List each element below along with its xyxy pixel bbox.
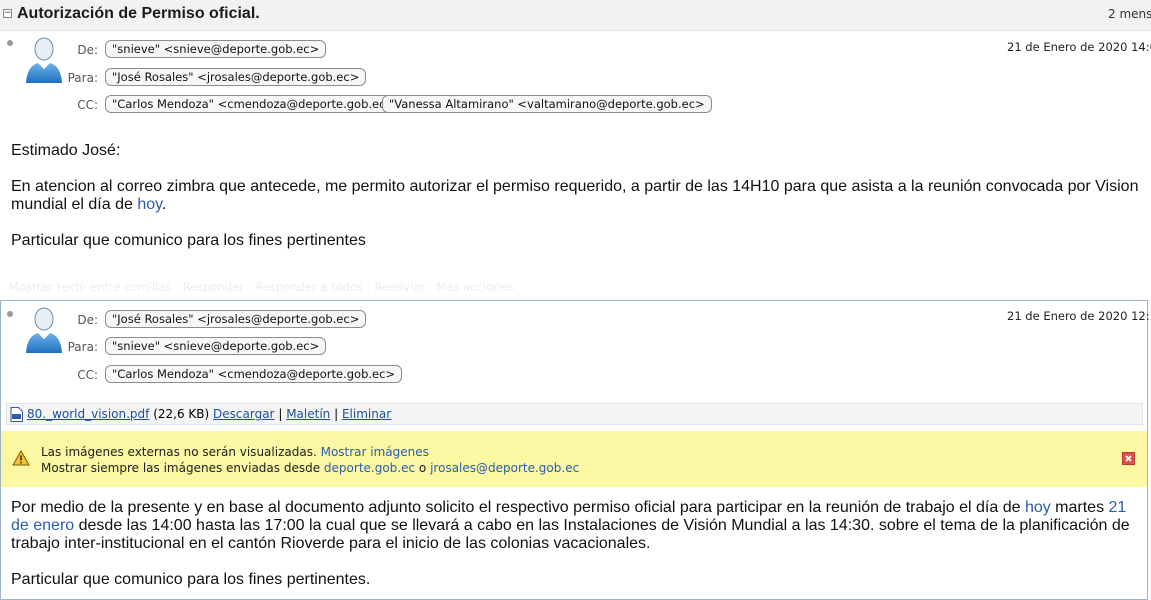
cc-address-pill[interactable]: "Carlos Mendoza" <cmendoza@deporte.gob.e… bbox=[105, 365, 403, 383]
paragraph-end: . bbox=[161, 196, 167, 213]
paragraph-text: En atencion al correo zimbra que anteced… bbox=[11, 178, 1139, 213]
message-greeting: Estimado José: bbox=[11, 142, 121, 159]
briefcase-link[interactable]: Maletín bbox=[286, 407, 330, 421]
cc-label: CC: bbox=[77, 98, 98, 112]
message-paragraph: Por medio de la presente y en base al do… bbox=[11, 499, 1143, 553]
unread-dot-icon bbox=[7, 40, 13, 46]
unread-dot-icon bbox=[7, 311, 13, 317]
paragraph-text: martes bbox=[1050, 499, 1109, 516]
to-label: Para: bbox=[67, 71, 98, 85]
warning-line-2: Mostrar siempre las imágenes enviadas de… bbox=[41, 461, 579, 475]
or-text: o bbox=[418, 461, 427, 475]
message-closing: Particular que comunico para los fines p… bbox=[11, 571, 371, 588]
message-closing: Particular que comunico para los fines p… bbox=[11, 232, 366, 249]
pdf-file-icon bbox=[10, 407, 23, 422]
always-show-sender-link[interactable]: jrosales@deporte.gob.ec bbox=[430, 461, 579, 475]
warning-triangle-icon bbox=[12, 450, 30, 466]
show-images-link[interactable]: Mostrar imágenes bbox=[321, 445, 429, 459]
close-x-icon bbox=[1123, 453, 1134, 464]
cc-label: CC: bbox=[77, 368, 98, 382]
download-link[interactable]: Descargar bbox=[213, 407, 274, 421]
date-link[interactable]: hoy bbox=[137, 196, 162, 213]
message-count: 2 mensa bbox=[1108, 7, 1151, 21]
message-actions-bar[interactable]: Mostrar texto entre comillas - Responder… bbox=[9, 280, 513, 294]
separator: | bbox=[334, 407, 339, 421]
warning-line-1: Las imágenes externas no serán visualiza… bbox=[41, 445, 429, 459]
paragraph-text: desde las 14:00 hasta las 17:00 la cual … bbox=[11, 517, 1130, 552]
to-address-pill[interactable]: "José Rosales" <jrosales@deporte.gob.ec> bbox=[105, 68, 367, 86]
external-images-warning bbox=[1, 431, 1147, 487]
from-address-pill[interactable]: "snieve" <snieve@deporte.gob.ec> bbox=[105, 40, 327, 58]
attachment-row: 80._world_vision.pdf (22,6 KB) Descargar… bbox=[27, 404, 391, 424]
to-label: Para: bbox=[67, 340, 98, 354]
cc-address-pill[interactable]: "Vanessa Altamirano" <valtamirano@deport… bbox=[382, 95, 712, 113]
warning-text: Las imágenes externas no serán visualiza… bbox=[41, 445, 317, 459]
thread-header: − Autorización de Permiso oficial. 2 men… bbox=[0, 0, 1151, 31]
attachment-bar: 80._world_vision.pdf (22,6 KB) Descargar… bbox=[6, 403, 1143, 425]
thread-subject: Autorización de Permiso oficial. bbox=[17, 5, 260, 22]
date-link[interactable]: hoy bbox=[1025, 499, 1051, 516]
message-date: 21 de Enero de 2020 14:07 bbox=[1007, 40, 1151, 54]
to-address-pill[interactable]: "snieve" <snieve@deporte.gob.ec> bbox=[105, 337, 327, 355]
message-date: 21 de Enero de 2020 12:33 bbox=[1007, 309, 1151, 323]
collapse-icon[interactable]: − bbox=[3, 9, 12, 18]
close-icon[interactable] bbox=[1122, 452, 1135, 465]
paragraph-text: Por medio de la presente y en base al do… bbox=[11, 499, 1025, 516]
separator: | bbox=[278, 407, 283, 421]
from-label: De: bbox=[77, 313, 98, 327]
message-paragraph: En atencion al correo zimbra que anteced… bbox=[11, 178, 1141, 214]
attachment-size: (22,6 KB) bbox=[153, 407, 210, 421]
from-address-pill[interactable]: "José Rosales" <jrosales@deporte.gob.ec> bbox=[105, 310, 367, 328]
delete-link[interactable]: Eliminar bbox=[342, 407, 391, 421]
from-label: De: bbox=[77, 43, 98, 57]
warning-text: Mostrar siempre las imágenes enviadas de… bbox=[41, 461, 321, 475]
always-show-domain-link[interactable]: deporte.gob.ec bbox=[324, 461, 415, 475]
cc-address-pill[interactable]: "Carlos Mendoza" <cmendoza@deporte.gob.e… bbox=[105, 95, 403, 113]
attachment-name-link[interactable]: 80._world_vision.pdf bbox=[27, 407, 149, 421]
